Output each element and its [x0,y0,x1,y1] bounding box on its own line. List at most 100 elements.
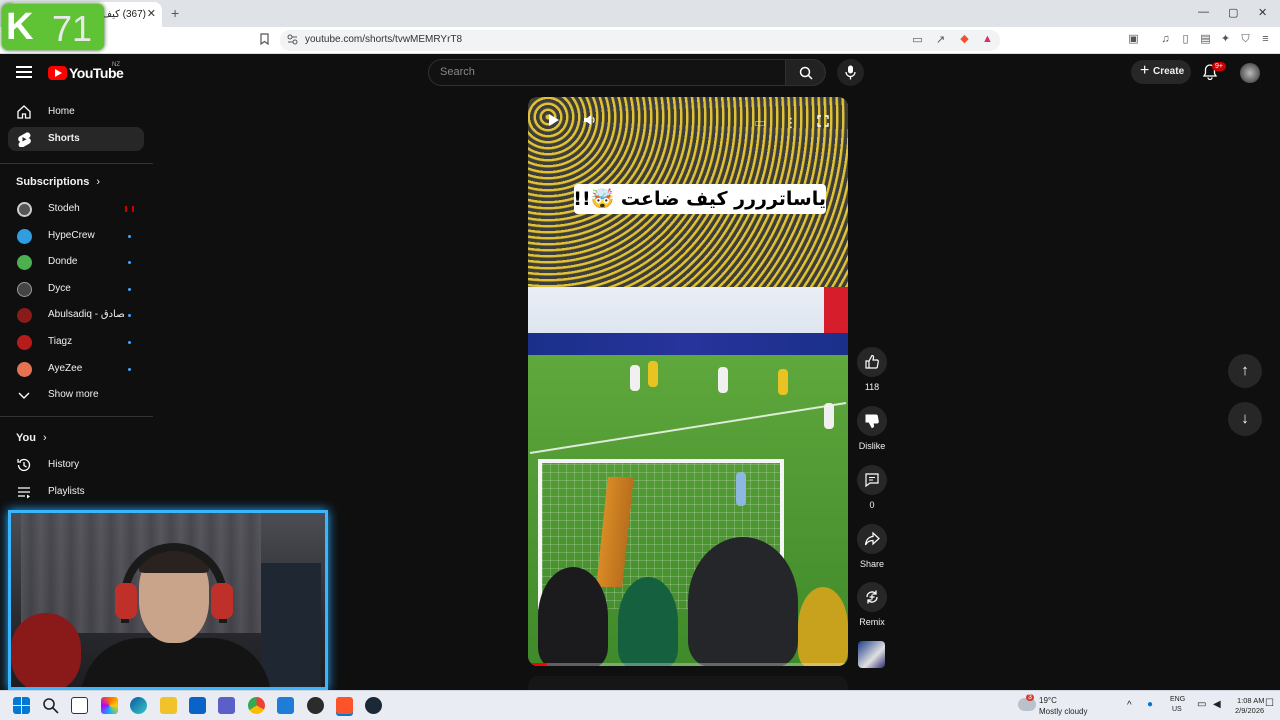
captions-icon[interactable]: ▭ [749,112,771,134]
copilot-icon[interactable] [101,697,118,714]
short-video-player[interactable]: ياساترررر كيف ضاعت 🤯!! ▭ ⋮ [528,97,848,666]
search-input[interactable]: Search [428,59,786,86]
sidebar-item-label: Dyce [48,283,71,294]
leo-ai-icon[interactable]: ✦ [1219,33,1232,46]
media-icon[interactable]: ♫ [1159,33,1172,46]
teams-icon[interactable] [218,697,235,714]
live-indicator-icon [125,206,134,212]
sidebar-item-home[interactable]: Home [8,100,144,124]
remix-button[interactable] [857,582,887,612]
like-count: 118 [864,382,880,392]
comments-button[interactable] [857,465,887,495]
voice-search-button[interactable] [837,59,864,86]
sidebar-item-history[interactable]: History [8,453,144,477]
video-progress-bar[interactable] [528,663,848,666]
share-page-icon[interactable]: ↗ [934,34,947,47]
network-icon[interactable]: ▭ [1197,699,1206,710]
comment-count: 0 [869,500,875,510]
channel-thumbnail[interactable] [858,641,885,668]
fullscreen-icon[interactable] [812,112,834,134]
browser-menu-icon[interactable]: ≡ [1259,33,1272,46]
channel-avatar [17,202,32,217]
task-view-icon[interactable] [71,697,88,714]
video-fan [538,567,608,666]
play-icon[interactable] [543,112,565,134]
chrome-icon[interactable] [248,697,265,714]
channel-avatar [17,282,32,297]
more-options-icon[interactable]: ⋮ [780,112,802,134]
share-button[interactable] [857,524,887,554]
search-button[interactable] [786,59,826,86]
vpn-icon[interactable]: ⛉ [1239,33,1252,46]
next-short-preview [528,676,848,690]
bookmark-icon[interactable] [258,33,271,46]
sidebar-sub-donde[interactable]: Donde [8,250,144,274]
previous-short-arrow-up-icon[interactable]: ↑ [1228,354,1262,388]
volume-icon[interactable] [579,112,601,134]
account-avatar[interactable] [1240,63,1260,83]
tab-close-icon[interactable]: ✕ [147,7,156,20]
notification-center-icon[interactable]: ☐ [1265,698,1274,709]
country-code: NZ [112,62,120,68]
video-player [648,361,658,387]
obs-icon[interactable] [307,697,324,714]
brave-rewards-icon[interactable]: ▲ [981,33,994,46]
sidebar-item-label: History [48,459,80,470]
new-tab-button[interactable]: + [171,5,179,21]
sidebar-sub-abulsadiq[interactable]: Abulsadiq - أبو الصادق [8,303,144,327]
sidebar-item-playlists[interactable]: Playlists [8,480,144,504]
you-heading[interactable]: You › [16,432,47,444]
edge-icon[interactable] [130,697,147,714]
tray-microphone-icon[interactable]: ● [1147,699,1153,710]
cast-icon[interactable]: ▭ [911,34,924,47]
plus-icon: + [1140,62,1150,79]
sidebar-item-shorts[interactable]: Shorts [8,127,144,151]
wallet-icon[interactable]: ▤ [1199,33,1212,46]
chevron-right-icon: › [43,432,47,444]
brave-browser-icon[interactable] [336,697,353,714]
subscriptions-heading[interactable]: Subscriptions › [16,176,100,188]
speaker-icon[interactable]: ◀ [1213,699,1221,710]
tray-chevron-up-icon[interactable]: ^ [1127,700,1132,711]
language-code[interactable]: ENG [1170,696,1185,703]
taskbar-search-icon[interactable] [42,697,59,714]
windows-start-icon[interactable] [13,697,30,714]
new-content-dot [128,368,131,371]
video-ad-board [528,333,848,357]
sidebar-sub-tiagz[interactable]: Tiagz [8,330,144,354]
sidebar-sub-stodeh[interactable]: Stodeh [8,197,144,221]
sidebar-show-more[interactable]: Show more [8,383,144,407]
site-info-icon[interactable] [286,34,299,47]
like-button[interactable] [857,347,887,377]
streamer-logo-overlay: K 71 [2,4,104,50]
maximize-button[interactable]: ▢ [1228,6,1238,19]
minimize-button[interactable]: — [1198,6,1209,18]
hamburger-menu-icon[interactable] [16,66,32,78]
steam-icon[interactable] [365,697,382,714]
webcam-chair [11,613,81,687]
tab-search-icon[interactable]: ▣ [1127,33,1140,46]
next-short-arrow-down-icon[interactable]: ↓ [1228,402,1262,436]
brave-shield-icon[interactable]: ◆ [958,33,971,46]
address-bar[interactable]: youtube.com/shorts/tvwMEMRYrT8 ▭ ↗ ◆ ▲ [280,30,1000,51]
microsoft-store-icon[interactable] [189,697,206,714]
sidebar-sub-hypecrew[interactable]: HypeCrew [8,224,144,248]
sidebar-item-label: Shorts [48,133,80,144]
headset-ear-left [115,583,137,619]
channel-avatar [17,362,32,377]
close-window-button[interactable]: ✕ [1258,6,1267,19]
dislike-label: Dislike [858,441,886,451]
vpn-app-icon[interactable] [277,697,294,714]
create-button[interactable]: + Create [1131,60,1191,84]
url-text: youtube.com/shorts/tvwMEMRYrT8 [305,34,463,45]
sidebar-sub-ayezee[interactable]: AyeZee [8,357,144,381]
sidebar-sub-dyce[interactable]: Dyce [8,277,144,301]
logo-letter: K [6,6,34,48]
file-explorer-icon[interactable] [160,697,177,714]
sidebar-toggle-icon[interactable]: ▯ [1179,33,1192,46]
remix-label: Remix [859,617,885,627]
dislike-button[interactable] [857,406,887,436]
sidebar-divider [0,416,153,417]
browser-tab-strip: (367) كيف ضاعت !! ياساترررر ✕ + — ▢ ✕ [0,0,1280,27]
clock-time[interactable]: 1:08 AM [1237,696,1265,705]
